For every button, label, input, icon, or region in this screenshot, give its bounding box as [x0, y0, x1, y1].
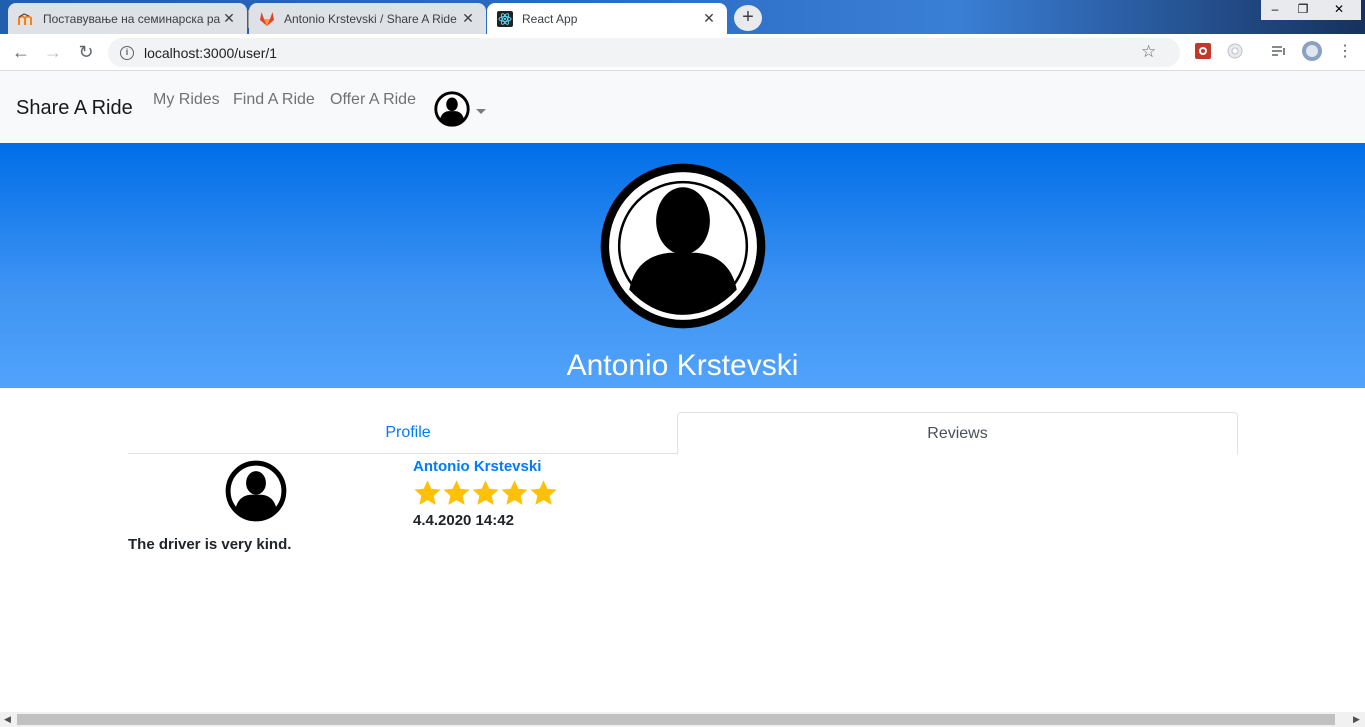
- arrow-right-icon: →: [44, 42, 62, 62]
- profile-tabs: Profile Reviews: [128, 412, 1238, 455]
- maximize-window-button[interactable]: ❐: [1289, 0, 1317, 20]
- profile-avatar-icon[interactable]: [1301, 40, 1323, 62]
- user-dropdown-toggle[interactable]: [434, 91, 486, 132]
- star-icon: [443, 480, 470, 505]
- minimize-window-button[interactable]: ‒: [1261, 0, 1289, 20]
- moodle-icon: [18, 11, 34, 27]
- new-tab-button[interactable]: +: [734, 5, 762, 31]
- profile-name: Antonio Krstevski: [566, 349, 799, 382]
- arrow-left-icon: ←: [12, 42, 30, 62]
- nav-link-my-rides[interactable]: My Rides: [153, 91, 220, 109]
- more-vertical-icon: ⋮: [1337, 43, 1353, 60]
- star-icon: [414, 480, 441, 505]
- back-button[interactable]: ←: [10, 41, 32, 63]
- star-rating: [413, 478, 558, 508]
- url-text: localhost:3000/user/1: [144, 44, 278, 61]
- scroll-right-icon[interactable]: ▶: [1353, 714, 1360, 725]
- star-icon: [472, 480, 499, 505]
- user-circle-icon: [225, 460, 287, 522]
- navbar-brand[interactable]: Share A Ride: [16, 97, 133, 120]
- browser-menu-button[interactable]: ⋮: [1334, 41, 1356, 63]
- user-circle-icon: [599, 162, 767, 330]
- tab-profile[interactable]: Profile: [128, 412, 688, 454]
- star-icon: [530, 480, 557, 505]
- tab-title: Поставување на семинарска ра: [43, 11, 221, 26]
- nav-link-offer-a-ride[interactable]: Offer A Ride: [330, 91, 416, 109]
- gitlab-icon: [259, 11, 275, 27]
- close-tab-icon[interactable]: ✕: [460, 10, 476, 27]
- close-tab-icon[interactable]: ✕: [221, 10, 237, 27]
- star-icon: [501, 480, 528, 505]
- horizontal-scrollbar[interactable]: ◀ ▶: [0, 712, 1365, 727]
- extension-red-icon[interactable]: [1194, 42, 1212, 60]
- review-date: 4.4.2020 14:42: [413, 512, 514, 529]
- chevron-down-icon: [476, 109, 486, 114]
- react-icon: [497, 10, 513, 27]
- bookmark-star-icon[interactable]: ☆: [1141, 42, 1170, 72]
- scroll-left-icon[interactable]: ◀: [4, 714, 11, 725]
- app-navbar: Share A Ride My Rides Find A Ride Offer …: [0, 71, 1365, 143]
- browser-tab-moodle[interactable]: Поставување на семинарска ра ✕: [8, 3, 247, 34]
- profile-hero: Antonio Krstevski: [0, 143, 1365, 388]
- review-text: The driver is very kind.: [128, 536, 292, 553]
- tab-reviews[interactable]: Reviews: [677, 412, 1238, 455]
- forward-button[interactable]: →: [42, 41, 64, 63]
- close-tab-icon[interactable]: ✕: [701, 10, 717, 27]
- scrollbar-thumb[interactable]: [17, 714, 1335, 725]
- browser-tab-gitlab[interactable]: Antonio Krstevski / Share A Ride ✕: [249, 3, 486, 34]
- extension-gray-icon[interactable]: [1226, 42, 1244, 60]
- user-circle-icon: [434, 91, 470, 132]
- media-queue-icon[interactable]: [1270, 42, 1288, 60]
- reload-button[interactable]: ↻: [75, 41, 97, 63]
- browser-toolbar: ← → ↻ i localhost:3000/user/1 ☆ ⋮: [0, 34, 1365, 71]
- address-bar[interactable]: i localhost:3000/user/1 ☆: [108, 38, 1180, 67]
- close-window-button[interactable]: ✕: [1317, 0, 1361, 20]
- browser-tabstrip: Поставување на семинарска ра ✕ Antonio K…: [0, 0, 1365, 34]
- tab-title: React App: [522, 11, 578, 26]
- review-author-link[interactable]: Antonio Krstevski: [413, 458, 541, 475]
- reload-icon: ↻: [78, 42, 94, 62]
- tab-title: Antonio Krstevski / Share A Ride: [284, 11, 457, 26]
- browser-tab-react-app[interactable]: React App ✕: [487, 3, 727, 34]
- info-icon: i: [120, 45, 134, 60]
- nav-link-find-a-ride[interactable]: Find A Ride: [233, 91, 315, 109]
